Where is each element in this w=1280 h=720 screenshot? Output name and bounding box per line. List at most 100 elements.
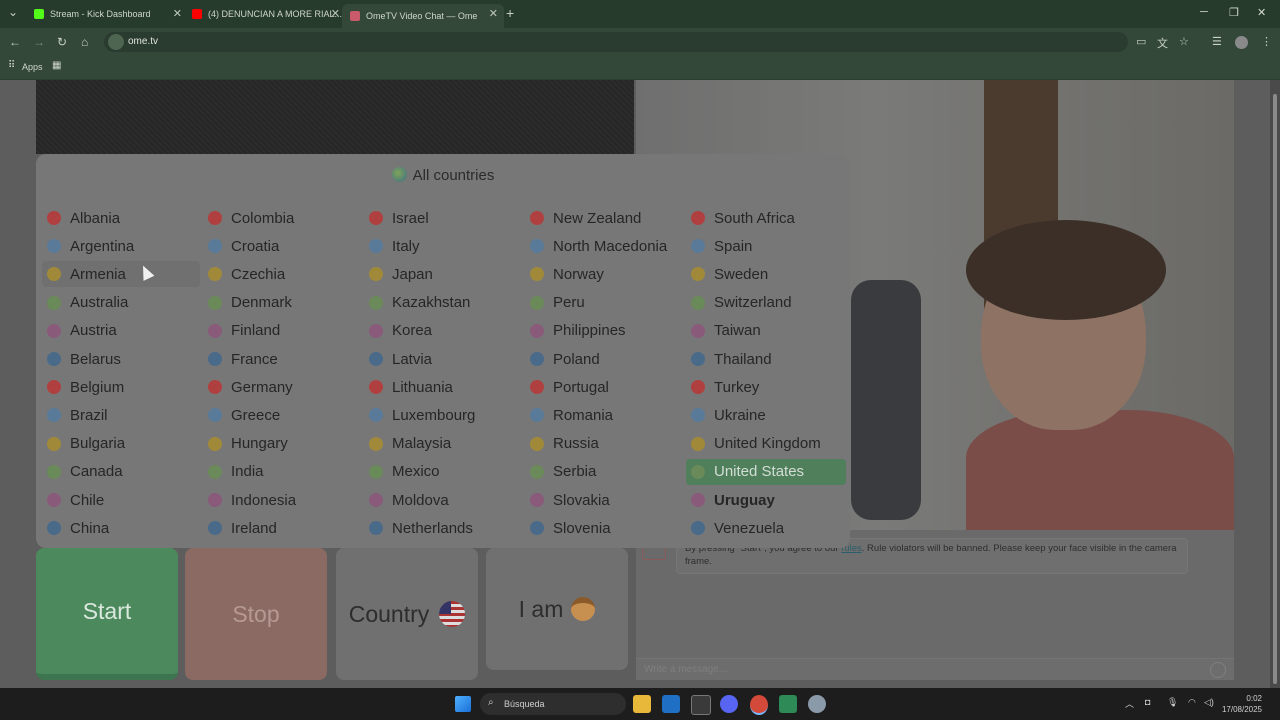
country-option[interactable]: Armenia (42, 261, 200, 288)
apps-grid-icon[interactable]: ⠿ (8, 60, 15, 71)
country-option[interactable]: Hungary (203, 431, 361, 457)
close-tab-icon[interactable]: ✕ (173, 7, 182, 20)
country-option[interactable]: Israel (364, 205, 522, 231)
reload-icon[interactable]: ↻ (57, 35, 67, 49)
tray-app-icon[interactable]: ◘ (1145, 697, 1150, 707)
minimize-icon[interactable]: ─ (1200, 6, 1208, 18)
message-input[interactable]: Write a message... (636, 658, 1234, 680)
country-option[interactable]: Finland (203, 318, 361, 344)
tray-chevron-icon[interactable]: ︿ (1125, 697, 1134, 710)
country-option[interactable]: Slovenia (525, 515, 683, 541)
tab-youtube-video[interactable]: (4) DENUNCIAN A MORE RIAL... ✕ (184, 4, 346, 24)
country-option[interactable]: Sweden (686, 261, 844, 287)
country-option[interactable]: Turkey (686, 374, 844, 400)
country-option[interactable]: Kazakhstan (364, 290, 522, 316)
country-option[interactable]: Moldova (364, 487, 522, 513)
country-option[interactable]: New Zealand (525, 205, 683, 231)
country-option[interactable]: Croatia (203, 233, 361, 259)
country-option[interactable]: Serbia (525, 459, 683, 485)
country-option[interactable]: Switzerland (686, 290, 844, 316)
country-option[interactable]: Lithuania (364, 374, 522, 400)
scrollbar-thumb[interactable] (1273, 94, 1277, 684)
tab-kick-dashboard[interactable]: Stream - Kick Dashboard ✕ (26, 4, 188, 24)
close-window-icon[interactable]: ✕ (1257, 6, 1266, 19)
tab-search-chevron-icon[interactable]: ⌄ (8, 5, 18, 19)
country-option[interactable]: Colombia (203, 205, 361, 231)
country-option[interactable]: Venezuela (686, 515, 844, 541)
country-option[interactable]: Australia (42, 290, 200, 316)
address-bar[interactable]: ome.tv (104, 32, 1128, 52)
country-option[interactable]: Ireland (203, 515, 361, 541)
country-option[interactable]: Luxembourg (364, 402, 522, 428)
back-arrow-icon[interactable]: ← (9, 35, 21, 49)
country-option[interactable]: Belgium (42, 374, 200, 400)
emoji-icon[interactable] (1210, 662, 1226, 678)
country-option[interactable]: Uruguay (686, 487, 844, 513)
all-countries-option[interactable]: All countries (36, 167, 850, 184)
country-option[interactable]: Slovakia (525, 487, 683, 513)
country-option[interactable]: Czechia (203, 261, 361, 287)
start-button[interactable]: Start (36, 548, 178, 680)
country-option[interactable]: Norway (525, 261, 683, 287)
country-option[interactable]: Poland (525, 346, 683, 372)
cast-icon[interactable]: ▭ (1136, 35, 1146, 48)
apps-bookmark[interactable]: Apps (22, 62, 43, 72)
windows-start-icon[interactable] (455, 696, 471, 712)
country-option[interactable]: Spain (686, 233, 844, 259)
tab-ometv[interactable]: OmeTV Video Chat — Ome ✕ (342, 4, 504, 28)
wifi-icon[interactable]: ◠ (1188, 697, 1196, 708)
country-option[interactable]: Canada (42, 459, 200, 485)
country-option[interactable]: India (203, 459, 361, 485)
country-option[interactable]: Albania (42, 205, 200, 231)
discord-icon[interactable] (720, 695, 738, 713)
country-option[interactable]: Italy (364, 233, 522, 259)
country-option[interactable]: Latvia (364, 346, 522, 372)
tab-groups-icon[interactable]: ▦ (52, 60, 61, 71)
country-option[interactable]: Ukraine (686, 402, 844, 428)
country-option[interactable]: Denmark (203, 290, 361, 316)
site-info-icon[interactable] (108, 34, 124, 50)
microphone-icon[interactable]: 🎙 (1167, 697, 1178, 708)
file-explorer-icon[interactable] (633, 695, 651, 713)
system-clock[interactable]: 0:02 17/08/2025 (1212, 693, 1262, 715)
forward-arrow-icon[interactable]: → (33, 35, 45, 49)
store-icon[interactable] (691, 695, 711, 715)
country-option[interactable]: Malaysia (364, 431, 522, 457)
country-option[interactable]: Greece (203, 402, 361, 428)
country-option[interactable]: Portugal (525, 374, 683, 400)
country-option[interactable]: North Macedonia (525, 233, 683, 259)
country-option[interactable]: Taiwan (686, 318, 844, 344)
country-option[interactable]: China (42, 515, 200, 541)
close-tab-icon[interactable]: ✕ (331, 7, 340, 20)
stop-button[interactable]: Stop (185, 548, 327, 680)
country-option[interactable]: Romania (525, 402, 683, 428)
country-option[interactable]: Chile (42, 487, 200, 513)
country-option[interactable]: Thailand (686, 346, 844, 372)
home-icon[interactable]: ⌂ (81, 35, 88, 49)
country-option[interactable]: Russia (525, 431, 683, 457)
country-option[interactable]: Philippines (525, 318, 683, 344)
app-icon[interactable] (779, 695, 797, 713)
chrome-icon[interactable] (750, 695, 768, 715)
country-option[interactable]: United States (686, 458, 846, 485)
country-option[interactable]: Peru (525, 290, 683, 316)
country-option[interactable]: Indonesia (203, 487, 361, 513)
country-option[interactable]: Brazil (42, 402, 200, 428)
taskbar-search[interactable]: ⌕ Búsqueda (480, 693, 626, 715)
country-option[interactable]: Mexico (364, 459, 522, 485)
country-button[interactable]: Country (336, 548, 478, 680)
country-option[interactable]: Germany (203, 374, 361, 400)
restore-icon[interactable]: ❐ (1229, 6, 1239, 19)
page-scrollbar[interactable] (1270, 80, 1280, 688)
outlook-icon[interactable] (662, 695, 680, 713)
new-tab-button[interactable]: + (506, 5, 514, 21)
reading-list-icon[interactable]: ☰ (1212, 35, 1222, 48)
country-option[interactable]: France (203, 346, 361, 372)
menu-kebab-icon[interactable]: ⋮ (1261, 35, 1272, 48)
country-option[interactable]: Austria (42, 318, 200, 344)
translate-icon[interactable]: 文 (1157, 35, 1168, 51)
settings-gear-icon[interactable] (808, 695, 826, 713)
profile-avatar-icon[interactable] (1235, 36, 1248, 49)
country-option[interactable]: Belarus (42, 346, 200, 372)
country-option[interactable]: Netherlands (364, 515, 522, 541)
